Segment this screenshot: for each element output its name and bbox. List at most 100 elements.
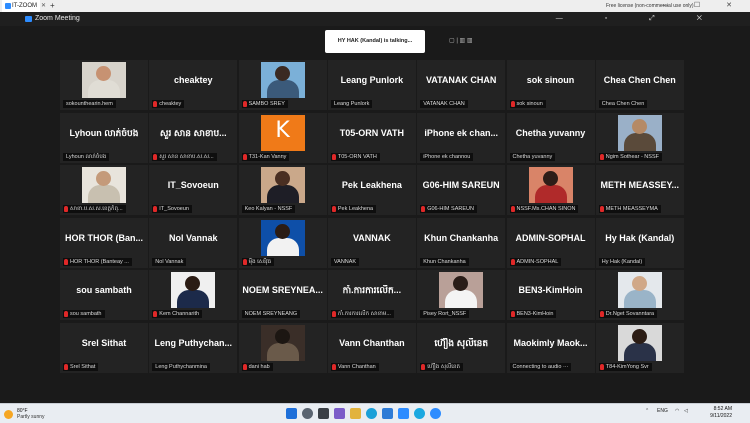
participant-tile[interactable]: Leang Punlork Leang Punlork — [327, 60, 416, 110]
participant-tile[interactable]: T84-KimYong Svr — [595, 323, 684, 373]
file-explorer-icon[interactable] — [350, 408, 361, 419]
zoom-logo-icon — [5, 3, 11, 9]
participant-tile[interactable]: Maokimly Maok... Connecting to audio ··· — [506, 323, 595, 373]
store-icon[interactable] — [382, 408, 393, 419]
participant-tile[interactable]: sokounthearin.hem — [60, 60, 148, 110]
participant-tile[interactable]: iPhone ek chan... iPhone ek channou — [417, 112, 506, 163]
participant-tile[interactable]: ម៉ឹង សេរីវុធ — [238, 217, 327, 268]
participant-tile[interactable]: NOEM SREYNEA... NOEM SREYNEANG — [238, 270, 327, 321]
participant-tile[interactable]: cheaktey cheaktey — [149, 60, 238, 110]
participant-tile[interactable]: Vann Chanthan Vann Chanthan — [327, 323, 416, 373]
window-controls[interactable]: — ☐ ✕ — [661, 0, 744, 12]
sun-icon — [4, 410, 13, 419]
start-icon[interactable] — [286, 408, 297, 419]
zoom-window-controls[interactable]: — ▫ ⤢ ✕ — [556, 12, 722, 26]
participant-tile[interactable]: Nol Vannak Nol Vannak — [149, 217, 238, 268]
person-body — [266, 185, 299, 204]
language-indicator[interactable]: ENG — [657, 408, 668, 414]
participant-tile[interactable]: Ngim Sothear - NSSF — [595, 112, 684, 163]
participant-tile[interactable]: NSSF.Ms.CHAN SINON — [506, 165, 595, 216]
participant-name: ម៉ឹង សេរីវុធ — [248, 258, 272, 265]
participant-tile[interactable]: Hy Hak (Kandal) Hy Hak (Kandal) — [595, 217, 684, 268]
zoom-app-icon[interactable] — [398, 408, 409, 419]
participant-video — [260, 325, 305, 361]
participant-tile[interactable]: VATANAK CHAN VATANAK CHAN — [417, 60, 506, 110]
participant-name-label: sok sinoun — [509, 100, 546, 108]
task-view-icon[interactable] — [318, 408, 329, 419]
participant-name-label: T31-Kan Vanny — [241, 152, 290, 161]
participant-name: Keo Kalyan - NSSF — [244, 206, 293, 213]
search-icon[interactable] — [302, 408, 313, 419]
participant-name: IT_Sovoeun — [159, 206, 189, 213]
muted-mic-icon — [153, 153, 158, 160]
participant-video — [439, 272, 484, 309]
participant-tile[interactable]: G06-HIM SAREUN G06-HIM SAREUN — [417, 165, 506, 216]
participant-tile[interactable]: Leng Puthychan... Leng Puthychanmina — [149, 323, 238, 373]
participant-tile[interactable]: Pisey Rort_NSSF — [417, 270, 506, 321]
participant-tile[interactable]: K T31-Kan Vanny — [238, 112, 327, 163]
participant-tile[interactable]: Kem Channarith — [149, 270, 238, 321]
tray-chevron-icon[interactable]: ⌃ — [645, 408, 649, 414]
participant-display-name: HOR THOR (Ban... — [65, 232, 143, 243]
participant-tile[interactable]: ហ៊ឿង សុលីនេត ហ៊ឿង សុលីនេត — [417, 323, 506, 373]
participant-tile[interactable]: Dr.Nget Sovanntara — [595, 270, 684, 321]
person-head — [96, 171, 111, 187]
participant-display-name: sok sinoun — [526, 75, 575, 85]
person-body — [623, 290, 656, 309]
participant-tile[interactable]: កាំ.ការការលើក... កាំ.ការការលើក សាខាម... — [327, 270, 416, 321]
participant-tile[interactable]: Khun Chankanha Khun Chankanha — [417, 217, 506, 268]
participant-display-name: iPhone ek chan... — [424, 127, 498, 138]
participant-tile[interactable]: sou sambath sou sambath — [60, 270, 148, 321]
participant-tile[interactable]: Lyhoun លាភ់ចំបង Lyhoun លាភ់ចំបង — [60, 112, 148, 163]
edge-browser-icon[interactable] — [366, 408, 377, 419]
muted-mic-icon — [242, 364, 247, 370]
participant-display-name: Khun Chankanha — [424, 232, 499, 243]
participant-name: Connecting to audio ··· — [512, 364, 569, 370]
participant-tile[interactable]: HOR THOR (Ban... HOR THOR (Banteay ... — [60, 217, 148, 268]
person-head — [453, 276, 469, 292]
new-tab-button[interactable]: + — [50, 0, 55, 12]
person-body — [445, 290, 478, 309]
participant-name-label: BEN3-KimHoin — [509, 310, 557, 319]
participant-name: Pisey Rort_NSSF — [423, 311, 467, 318]
participant-name-label: Keo Kalyan - NSSF — [241, 205, 296, 214]
participant-name-label: IT_Sovoeun — [152, 205, 192, 214]
system-clock[interactable]: 8:52 AM 9/11/2022 — [710, 406, 732, 420]
telegram-icon[interactable] — [414, 408, 425, 419]
muted-mic-icon — [421, 206, 426, 213]
participant-display-name: សួរ សាន សាខាប... — [159, 127, 227, 138]
participant-tile[interactable]: Keo Kalyan - NSSF — [238, 165, 327, 216]
volume-icon[interactable]: ◁ — [684, 408, 688, 414]
participant-tile[interactable]: Pek Leakhena Pek Leakhena — [327, 165, 416, 216]
muted-mic-icon — [331, 311, 336, 318]
participant-tile[interactable]: BEN3-KimHoin BEN3-KimHoin — [506, 270, 595, 321]
participant-tile[interactable]: sok sinoun sok sinoun — [506, 60, 595, 110]
wifi-icon[interactable]: ◠ — [675, 408, 679, 414]
app-tab[interactable]: IT-ZOOM — [2, 0, 40, 12]
participant-tile[interactable]: SAMBO SREY — [238, 60, 327, 110]
close-tab-icon[interactable]: ✕ — [41, 0, 46, 12]
muted-mic-icon — [510, 311, 515, 318]
person-head — [96, 66, 111, 81]
zoom-window-title: Zoom Meeting — [35, 15, 80, 22]
participant-tile[interactable]: Chetha yuvanny Chetha yuvanny — [506, 112, 595, 163]
participant-tile[interactable]: សាខា.ប.ស.ស.ខេត្តកំពុ... — [60, 165, 148, 216]
widgets-icon[interactable] — [334, 408, 345, 419]
participant-tile[interactable]: IT_Sovoeun IT_Sovoeun — [149, 165, 238, 216]
participant-display-name: Srel Sithat — [81, 338, 127, 348]
participant-tile[interactable]: VANNAK VANNAK — [327, 217, 416, 268]
participant-tile[interactable]: ADMIN-SOPHAL ADMIN-SOPHAL — [506, 217, 595, 268]
participant-tile[interactable]: Chea Chen Chen Chea Chen Chen — [595, 60, 684, 110]
zoom-meeting-icon[interactable] — [430, 408, 441, 419]
participant-tile[interactable]: សួរ សាន សាខាប... សួរ សាន សាខាប.ស.ស... — [149, 112, 238, 163]
participant-video — [260, 62, 305, 98]
participant-tile[interactable]: T05-ORN VATH T05-ORN VATH — [327, 112, 416, 163]
participant-tile[interactable]: dani hab — [238, 323, 327, 373]
participant-display-name: Leng Puthychan... — [154, 338, 233, 348]
view-switch-control[interactable]: ▢ | ▥ ▥ — [449, 37, 473, 44]
muted-mic-icon — [599, 206, 604, 213]
participant-name: Lyhoun លាភ់ចំបង — [66, 153, 107, 160]
participant-tile[interactable]: METH MEASSEY... METH MEASSEYMA — [595, 165, 684, 216]
participant-tile[interactable]: Srel Sithat Srel Sithat — [60, 323, 148, 373]
muted-mic-icon — [599, 153, 604, 160]
